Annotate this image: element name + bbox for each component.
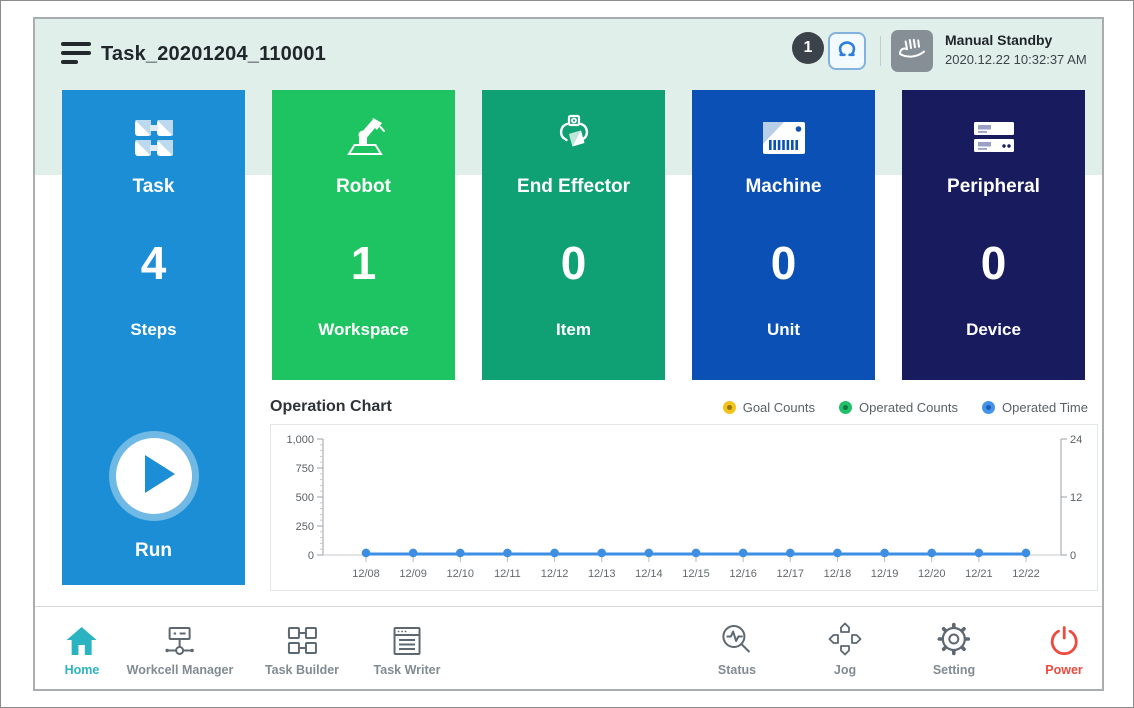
svg-text:12/14: 12/14 bbox=[635, 568, 663, 580]
card-value: 0 bbox=[692, 236, 875, 290]
jog-pad-icon bbox=[827, 617, 863, 657]
status-monitor-icon bbox=[718, 617, 756, 657]
card-label: Robot bbox=[272, 176, 455, 198]
mode-label: Manual Standby bbox=[945, 32, 1087, 50]
card-value: 1 bbox=[272, 236, 455, 290]
svg-text:12/20: 12/20 bbox=[918, 568, 946, 580]
menu-icon[interactable] bbox=[61, 42, 91, 66]
task-writer-icon bbox=[374, 617, 441, 657]
machine-icon bbox=[692, 112, 875, 164]
nav-item-status[interactable]: Status bbox=[718, 617, 756, 677]
card-unit: Unit bbox=[692, 320, 875, 340]
gear-icon bbox=[933, 617, 975, 657]
card-label: End Effector bbox=[482, 176, 665, 198]
notification-badge: 1 bbox=[792, 32, 824, 64]
svg-text:24: 24 bbox=[1070, 434, 1082, 446]
card-unit: Workspace bbox=[272, 320, 455, 340]
run-label: Run bbox=[62, 540, 245, 562]
legend-label: Operated Time bbox=[1002, 400, 1088, 415]
legend-dot-icon bbox=[723, 401, 736, 414]
chart-canvas: 1,000 750 500 250 0 24 12 0 12/08 12/09 12/10 12/11… bbox=[271, 425, 1097, 590]
peripheral-server-icon bbox=[902, 112, 1085, 164]
bottom-navigation: Home Workcell Manager bbox=[35, 606, 1102, 689]
svg-text:500: 500 bbox=[296, 492, 314, 504]
card-unit: Item bbox=[482, 320, 665, 340]
card-peripheral[interactable]: Peripheral 0 Device bbox=[902, 90, 1085, 380]
legend-label: Operated Counts bbox=[859, 400, 958, 415]
robot-arm-icon bbox=[272, 112, 455, 164]
svg-text:12/08: 12/08 bbox=[352, 568, 380, 580]
power-icon bbox=[1045, 617, 1083, 657]
svg-text:12/12: 12/12 bbox=[541, 568, 569, 580]
play-icon bbox=[116, 436, 192, 517]
task-blocks-icon bbox=[62, 112, 245, 164]
svg-text:0: 0 bbox=[1070, 550, 1076, 562]
legend-dot-icon bbox=[839, 401, 852, 414]
nav-item-workcell-manager[interactable]: Workcell Manager bbox=[127, 617, 234, 677]
svg-text:12/13: 12/13 bbox=[588, 568, 616, 580]
svg-text:12/15: 12/15 bbox=[682, 568, 710, 580]
svg-text:12/16: 12/16 bbox=[729, 568, 757, 580]
svg-text:12/17: 12/17 bbox=[777, 568, 805, 580]
robot-teach-pendant-screen: Task_20201204_110001 1 Manual Standby bbox=[0, 0, 1134, 708]
svg-text:1,000: 1,000 bbox=[286, 434, 314, 446]
gripper-icon bbox=[836, 38, 858, 65]
nav-item-home[interactable]: Home bbox=[65, 617, 100, 677]
robot-mode-status: Manual Standby 2020.12.22 10:32:37 AM bbox=[945, 32, 1087, 68]
workcell-manager-icon bbox=[127, 617, 234, 657]
nav-item-task-writer[interactable]: Task Writer bbox=[374, 617, 441, 677]
card-unit: Steps bbox=[62, 320, 245, 340]
card-machine[interactable]: Machine 0 Unit bbox=[692, 90, 875, 380]
card-value: 0 bbox=[482, 236, 665, 290]
legend-item: Operated Time bbox=[982, 400, 1088, 415]
svg-text:12/21: 12/21 bbox=[965, 568, 993, 580]
chart-title: Operation Chart bbox=[270, 398, 392, 416]
manual-mode-button[interactable] bbox=[891, 30, 933, 72]
card-label: Task bbox=[62, 176, 245, 198]
card-label: Peripheral bbox=[902, 176, 1085, 198]
gripper-box-icon bbox=[482, 112, 665, 164]
nav-item-jog[interactable]: Jog bbox=[827, 617, 863, 677]
header-divider bbox=[880, 36, 881, 66]
nav-item-setting[interactable]: Setting bbox=[933, 617, 975, 677]
end-effector-tool-button[interactable] bbox=[828, 32, 866, 70]
svg-text:12/22: 12/22 bbox=[1012, 568, 1040, 580]
card-value: 4 bbox=[62, 236, 245, 290]
card-label: Machine bbox=[692, 176, 875, 198]
svg-text:12/09: 12/09 bbox=[399, 568, 427, 580]
card-task[interactable]: Task 4 Steps Run bbox=[62, 90, 245, 585]
home-icon bbox=[65, 617, 100, 657]
manual-hand-icon bbox=[897, 35, 927, 68]
card-unit: Device bbox=[902, 320, 1085, 340]
run-button[interactable] bbox=[116, 438, 192, 514]
nav-item-power[interactable]: Power bbox=[1045, 617, 1083, 677]
svg-text:12: 12 bbox=[1070, 492, 1082, 504]
svg-text:250: 250 bbox=[296, 521, 314, 533]
svg-text:0: 0 bbox=[308, 550, 314, 562]
operation-chart: 1,000 750 500 250 0 24 12 0 12/08 12/09 12/10 12/11… bbox=[270, 424, 1098, 591]
svg-text:12/18: 12/18 bbox=[824, 568, 852, 580]
svg-text:12/10: 12/10 bbox=[447, 568, 475, 580]
timestamp: 2020.12.22 10:32:37 AM bbox=[945, 52, 1087, 68]
legend-item: Goal Counts bbox=[723, 400, 815, 415]
legend-dot-icon bbox=[982, 401, 995, 414]
chart-legend: Goal Counts Operated Counts Operated Time bbox=[723, 400, 1088, 415]
svg-text:12/11: 12/11 bbox=[494, 568, 521, 580]
app-window: Task_20201204_110001 1 Manual Standby bbox=[33, 17, 1104, 691]
task-title: Task_20201204_110001 bbox=[101, 43, 326, 66]
card-robot[interactable]: Robot 1 Workspace bbox=[272, 90, 455, 380]
task-builder-icon bbox=[265, 617, 339, 657]
legend-item: Operated Counts bbox=[839, 400, 958, 415]
card-value: 0 bbox=[902, 236, 1085, 290]
svg-text:12/19: 12/19 bbox=[871, 568, 899, 580]
card-end-effector[interactable]: End Effector 0 Item bbox=[482, 90, 665, 380]
legend-label: Goal Counts bbox=[743, 400, 815, 415]
svg-text:750: 750 bbox=[296, 463, 314, 475]
nav-item-task-builder[interactable]: Task Builder bbox=[265, 617, 339, 677]
